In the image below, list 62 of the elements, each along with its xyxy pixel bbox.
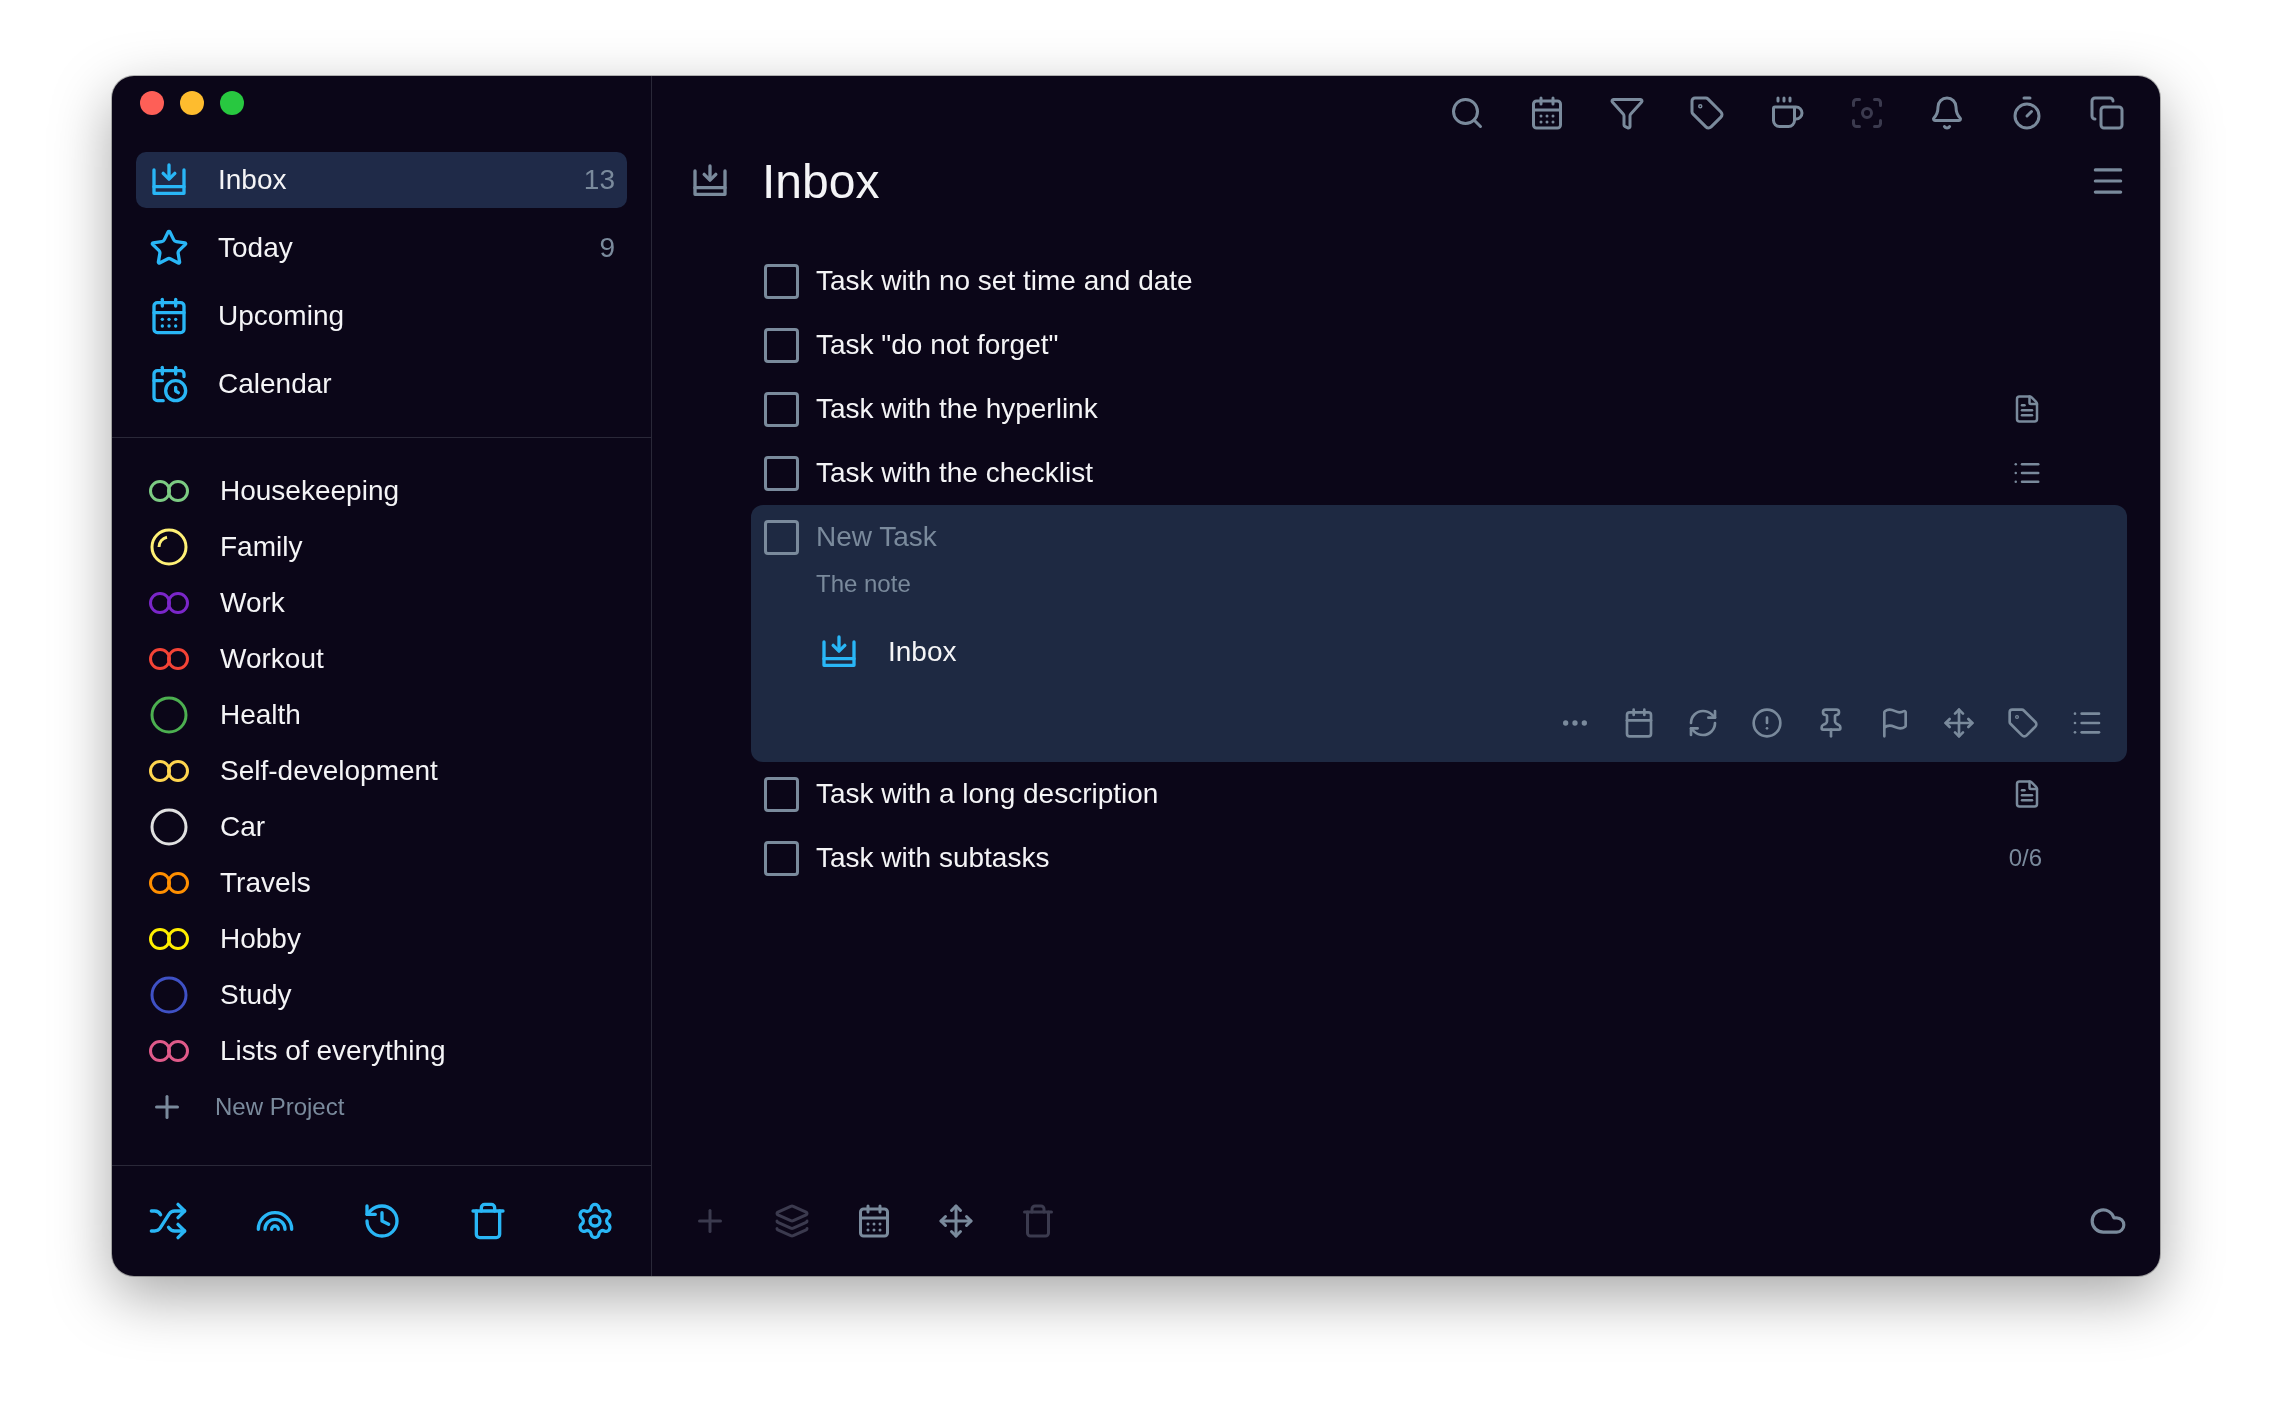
task-title[interactable]: Task with the hyperlink: [816, 393, 2012, 425]
tag-icon[interactable]: [2007, 707, 2039, 739]
repeat-icon[interactable]: [1687, 707, 1719, 739]
copy-icon[interactable]: [2089, 95, 2125, 131]
checkbox[interactable]: [764, 327, 799, 363]
project-item[interactable]: Lists of everything: [220, 1035, 446, 1067]
calendar-clock-icon: [149, 364, 189, 404]
zoom-button[interactable]: [220, 91, 244, 115]
alert-icon[interactable]: [1751, 707, 1783, 739]
project-item[interactable]: Family: [220, 531, 303, 563]
sidebar-label: Calendar: [218, 368, 333, 400]
checkbox[interactable]: [764, 519, 799, 555]
project-item[interactable]: Health: [220, 699, 301, 731]
star-icon: [149, 228, 189, 268]
task-title[interactable]: Task with subtasks: [816, 842, 2009, 874]
sidebar-item[interactable]: Calendar: [136, 356, 627, 412]
sidebar-item[interactable]: Upcoming: [136, 288, 627, 344]
page-title: Inbox: [762, 153, 881, 209]
move-icon[interactable]: [1943, 707, 1975, 739]
new-project-link[interactable]: New Project: [215, 1093, 345, 1121]
tag-icon[interactable]: [1689, 95, 1725, 131]
title-field[interactable]: New Task: [816, 521, 1216, 553]
project-item[interactable]: Hobby: [220, 923, 301, 955]
checkbox[interactable]: [764, 391, 799, 427]
calendar-icon[interactable]: [1529, 95, 1565, 131]
sidebar-item[interactable]: Inbox 13: [136, 152, 627, 208]
project-item[interactable]: Housekeeping: [220, 475, 400, 507]
cup-icon[interactable]: [1769, 95, 1805, 131]
subtask-count: 0/6: [2008, 844, 2042, 872]
shuffle-icon[interactable]: [148, 1201, 188, 1241]
calendar-icon: [149, 296, 189, 336]
sidebar-label: Upcoming: [218, 300, 346, 332]
checkbox[interactable]: [764, 840, 799, 876]
settings-icon[interactable]: [575, 1201, 615, 1241]
item-count: 13: [583, 164, 615, 196]
project-item[interactable]: Workout: [220, 643, 324, 675]
sidebar-label: Today: [218, 232, 294, 264]
item-count: 9: [599, 232, 615, 264]
filter-icon[interactable]: [1609, 95, 1645, 131]
calendar-icon[interactable]: [1623, 707, 1655, 739]
task-title[interactable]: Task with no set time and date: [816, 265, 2042, 297]
task-title[interactable]: Task with the checklist: [816, 457, 2012, 489]
project-item[interactable]: Work: [220, 587, 285, 619]
task-title[interactable]: Task with a long description: [816, 778, 2012, 810]
checkbox[interactable]: [764, 776, 799, 812]
project-item[interactable]: Travels: [220, 867, 311, 899]
move-icon[interactable]: [938, 1202, 974, 1239]
minimize-button[interactable]: [180, 91, 204, 115]
project-item[interactable]: Study: [220, 979, 292, 1011]
search-icon[interactable]: [1449, 95, 1485, 131]
bell-icon[interactable]: [1929, 95, 1965, 131]
sidebar-label: Inbox: [218, 164, 288, 196]
calendar-icon[interactable]: [856, 1202, 892, 1239]
note-field[interactable]: The note: [816, 569, 1116, 599]
checkbox[interactable]: [764, 263, 799, 299]
project-label[interactable]: Inbox: [888, 636, 957, 668]
project-item[interactable]: Car: [220, 811, 266, 843]
checkbox[interactable]: [764, 455, 799, 491]
task-title[interactable]: Task "do not forget": [816, 329, 2042, 361]
close-button[interactable]: [140, 91, 164, 115]
sidebar-item[interactable]: Today 9: [136, 220, 627, 276]
project-item[interactable]: Self-development: [220, 755, 438, 787]
